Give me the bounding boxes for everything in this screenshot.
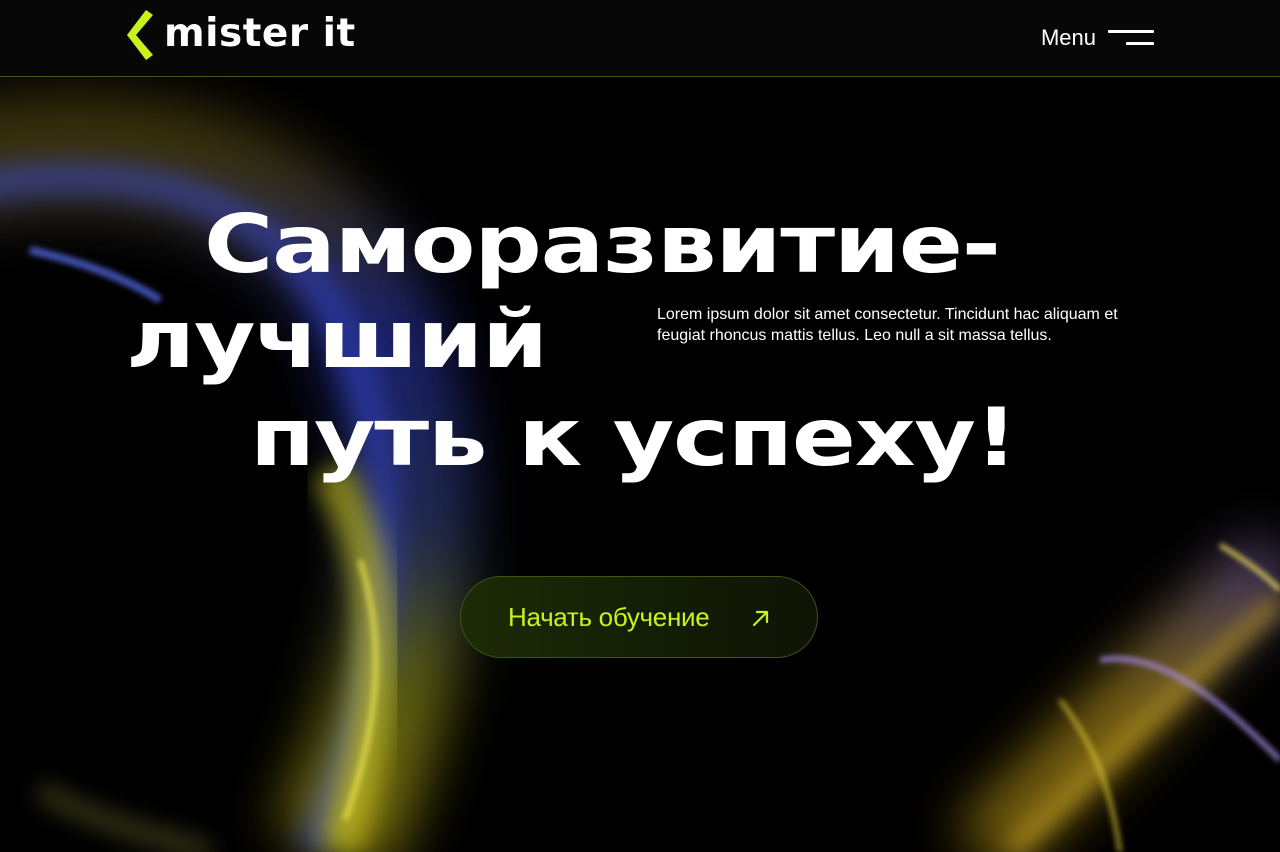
logo-link[interactable]: mister it — [124, 8, 356, 62]
start-learning-button[interactable]: Начать обучение — [460, 576, 818, 658]
logo-chevron-icon — [127, 10, 153, 60]
landing-page: mister it Menu Саморазвитие- лучший путь… — [0, 0, 1280, 852]
brand-name: mister it — [164, 10, 356, 56]
arrow-up-right-icon — [752, 610, 769, 627]
menu-label: Menu — [1040, 25, 1096, 50]
hero-lead-text: Lorem ipsum dolor sit amet consectetur. … — [657, 306, 1118, 344]
site-header: mister it Menu — [0, 0, 1280, 77]
headline-line-1: Саморазвитие- — [204, 198, 1001, 291]
menu-button[interactable]: Menu — [1041, 22, 1154, 54]
headline-line-3: путь к успеху! — [250, 391, 1018, 484]
start-learning-label: Начать обучение — [508, 601, 710, 632]
headline-line-2: лучший — [126, 293, 548, 386]
burger-icon — [1108, 27, 1154, 49]
